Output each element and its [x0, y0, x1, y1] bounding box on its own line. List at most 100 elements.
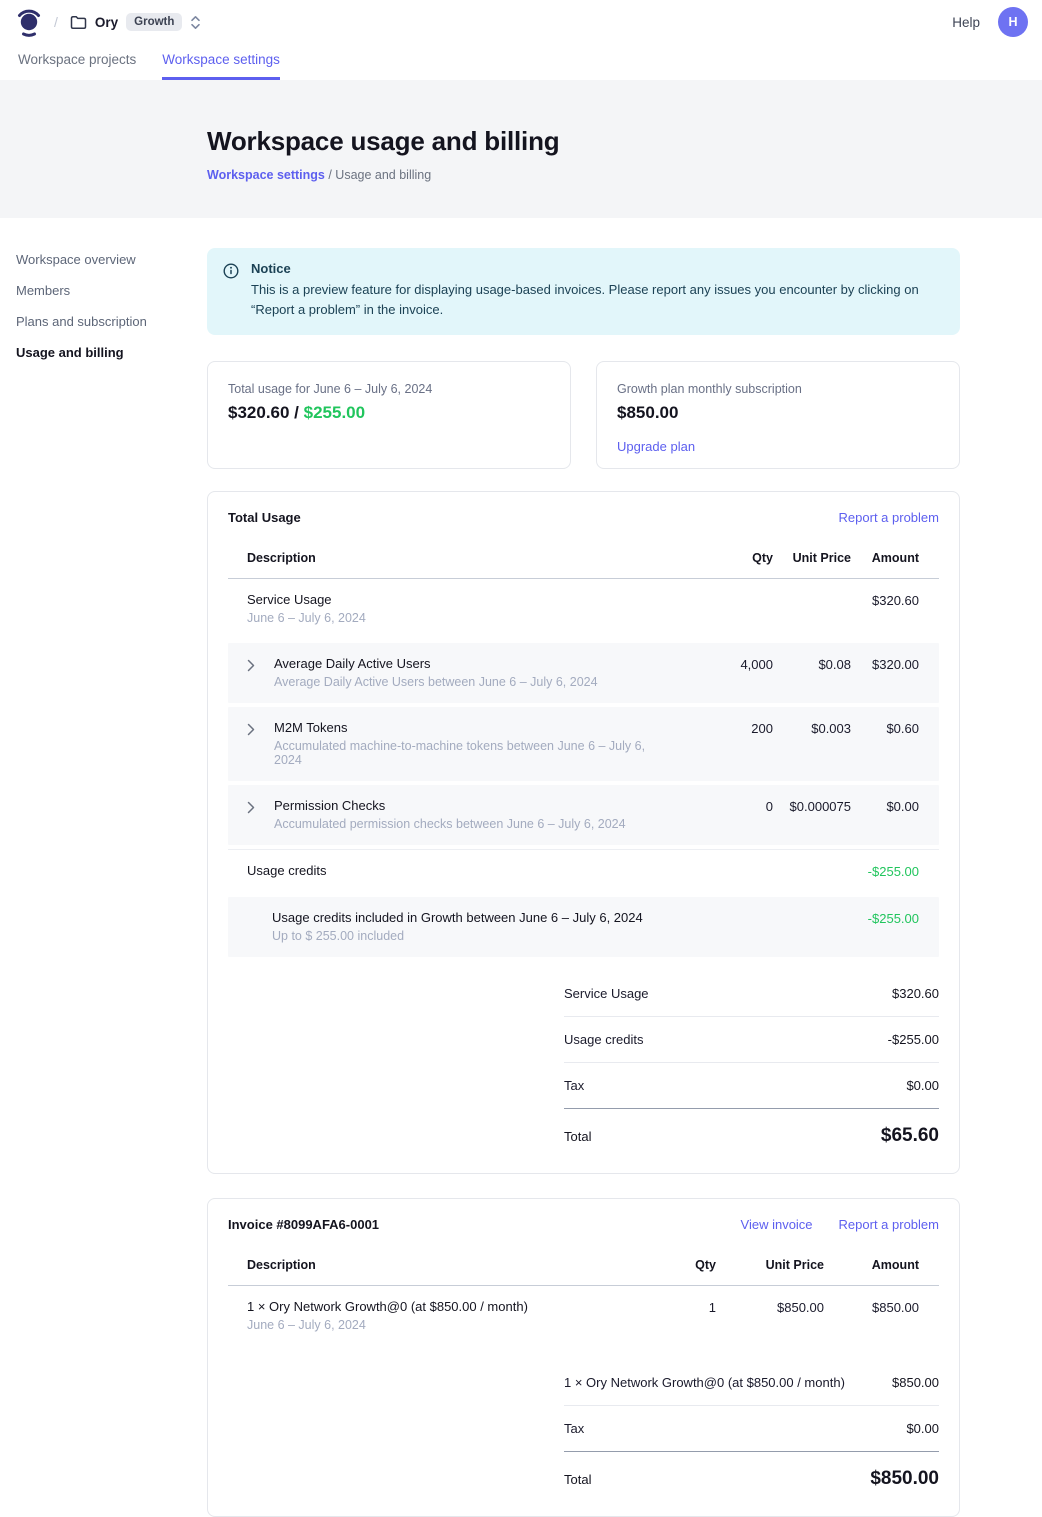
summary-row: Service Usage $320.60 — [564, 971, 939, 1017]
row-qty: 200 — [653, 720, 773, 736]
row-amount: $0.60 — [851, 720, 939, 736]
table-row-expandable[interactable]: Average Daily Active Users Average Daily… — [228, 643, 939, 703]
breadcrumb-current: / Usage and billing — [325, 168, 431, 182]
info-icon — [223, 263, 239, 320]
row-qty: 0 — [653, 798, 773, 814]
column-amount: Amount — [824, 1258, 939, 1272]
notice-body: This is a preview feature for displaying… — [251, 280, 944, 320]
column-description: Description — [228, 1258, 656, 1272]
table-row: Usage credits included in Growth between… — [228, 897, 939, 957]
summary-label: Tax — [564, 1421, 584, 1436]
summary-label: 1 × Ory Network Growth@0 (at $850.00 / m… — [564, 1375, 845, 1390]
row-name: Usage credits — [247, 863, 653, 878]
row-amount: $320.00 — [851, 656, 939, 672]
page-header: Workspace usage and billing Workspace se… — [0, 80, 1042, 218]
settings-sidebar: Workspace overview Members Plans and sub… — [16, 248, 191, 372]
row-amount: $0.00 — [851, 798, 939, 814]
usage-table-header: Description Qty Unit Price Amount — [228, 541, 939, 579]
breadcrumb: Workspace settings / Usage and billing — [207, 168, 1042, 182]
row-detail: Accumulated machine-to-machine tokens be… — [274, 739, 653, 767]
total-value: $65.60 — [881, 1125, 939, 1147]
tab-workspace-projects[interactable]: Workspace projects — [18, 44, 136, 80]
tab-workspace-settings[interactable]: Workspace settings — [162, 44, 280, 80]
row-amount: -$255.00 — [851, 910, 939, 926]
summary-row: Usage credits -$255.00 — [564, 1017, 939, 1063]
summary-label: Tax — [564, 1078, 584, 1093]
row-amount: $320.60 — [851, 592, 939, 608]
summary-label: Usage credits — [564, 1032, 643, 1047]
column-unit-price: Unit Price — [773, 551, 851, 565]
row-detail: Average Daily Active Users between June … — [274, 675, 653, 689]
column-unit-price: Unit Price — [716, 1258, 824, 1272]
breadcrumb-link-workspace-settings[interactable]: Workspace settings — [207, 168, 325, 182]
subscription-card: Growth plan monthly subscription $850.00… — [596, 361, 960, 469]
row-period: June 6 – July 6, 2024 — [247, 1318, 656, 1332]
row-qty: 4,000 — [653, 656, 773, 672]
summary-value: $0.00 — [906, 1421, 939, 1436]
row-unit-price: $850.00 — [716, 1299, 824, 1315]
total-usage-card: Total usage for June 6 – July 6, 2024 $3… — [207, 361, 571, 469]
notice-title: Notice — [251, 261, 944, 276]
workspace-tabs: Workspace projects Workspace settings — [0, 44, 1042, 80]
row-unit-price: $0.003 — [773, 720, 851, 736]
workspace-name: Ory — [95, 15, 118, 30]
summary-row: Tax $0.00 — [564, 1406, 939, 1452]
row-amount: -$255.00 — [851, 863, 939, 879]
row-unit-price: $0.08 — [773, 656, 851, 672]
table-row: Usage credits -$255.00 — [228, 849, 939, 893]
usage-invoice-card: Total Usage Report a problem Description… — [207, 491, 960, 1174]
sidebar-item-usage-and-billing[interactable]: Usage and billing — [16, 341, 191, 364]
usage-credit-amount: $255.00 — [304, 403, 365, 422]
summary-value: $0.00 — [906, 1078, 939, 1093]
path-separator: / — [54, 14, 58, 30]
chevron-right-icon[interactable] — [228, 798, 255, 814]
total-row: Total $65.60 — [564, 1109, 939, 1151]
row-detail: Accumulated permission checks between Ju… — [274, 817, 653, 831]
avatar[interactable]: H — [998, 7, 1028, 37]
sidebar-item-workspace-overview[interactable]: Workspace overview — [16, 248, 191, 271]
table-row: Service Usage June 6 – July 6, 2024 $320… — [228, 579, 939, 639]
row-unit-price: $0.000075 — [773, 798, 851, 814]
total-value: $850.00 — [870, 1468, 939, 1490]
summary-row: 1 × Ory Network Growth@0 (at $850.00 / m… — [564, 1360, 939, 1406]
sidebar-item-members[interactable]: Members — [16, 279, 191, 302]
view-invoice-link[interactable]: View invoice — [741, 1217, 813, 1232]
report-problem-link[interactable]: Report a problem — [839, 510, 939, 525]
subscription-amount: $850.00 — [617, 403, 939, 423]
summary-value: $850.00 — [892, 1375, 939, 1390]
workspace-switcher[interactable]: Ory Growth — [70, 13, 202, 31]
chevron-right-icon[interactable] — [228, 720, 255, 736]
help-link[interactable]: Help — [952, 15, 980, 30]
table-row-expandable[interactable]: Permission Checks Accumulated permission… — [228, 785, 939, 845]
ory-logo-icon — [16, 7, 42, 37]
report-problem-link[interactable]: Report a problem — [839, 1217, 939, 1232]
row-detail: Up to $ 255.00 included — [272, 929, 653, 943]
table-row: 1 × Ory Network Growth@0 (at $850.00 / m… — [228, 1286, 939, 1346]
row-period: June 6 – July 6, 2024 — [247, 611, 653, 625]
row-qty: 1 — [656, 1299, 716, 1315]
total-label: Total — [564, 1472, 591, 1487]
total-usage-amount: $320.60 / $255.00 — [228, 403, 550, 423]
total-usage-label: Total usage for June 6 – July 6, 2024 — [228, 382, 550, 396]
usage-summary: Service Usage $320.60 Usage credits -$25… — [564, 971, 939, 1151]
table-row-expandable[interactable]: M2M Tokens Accumulated machine-to-machin… — [228, 707, 939, 781]
ory-logo[interactable] — [16, 7, 42, 37]
invoice-card: Invoice #8099AFA6-0001 View invoice Repo… — [207, 1198, 960, 1517]
chevron-right-icon[interactable] — [228, 656, 255, 672]
page-title: Workspace usage and billing — [207, 126, 1042, 157]
column-amount: Amount — [851, 551, 939, 565]
selector-chevrons-icon[interactable] — [190, 15, 201, 30]
summary-value: $320.60 — [892, 986, 939, 1001]
total-row: Total $850.00 — [564, 1452, 939, 1494]
column-description: Description — [228, 551, 653, 565]
sidebar-item-plans-and-subscription[interactable]: Plans and subscription — [16, 310, 191, 333]
row-amount: $850.00 — [824, 1299, 939, 1315]
upgrade-plan-link[interactable]: Upgrade plan — [617, 439, 695, 454]
usage-card-title: Total Usage — [228, 510, 301, 525]
summary-label: Service Usage — [564, 986, 649, 1001]
total-label: Total — [564, 1129, 591, 1144]
row-name: Permission Checks — [274, 798, 653, 813]
notice-banner: Notice This is a preview feature for dis… — [207, 248, 960, 335]
topbar: / Ory Growth Help H — [0, 0, 1042, 44]
row-name: Average Daily Active Users — [274, 656, 653, 671]
